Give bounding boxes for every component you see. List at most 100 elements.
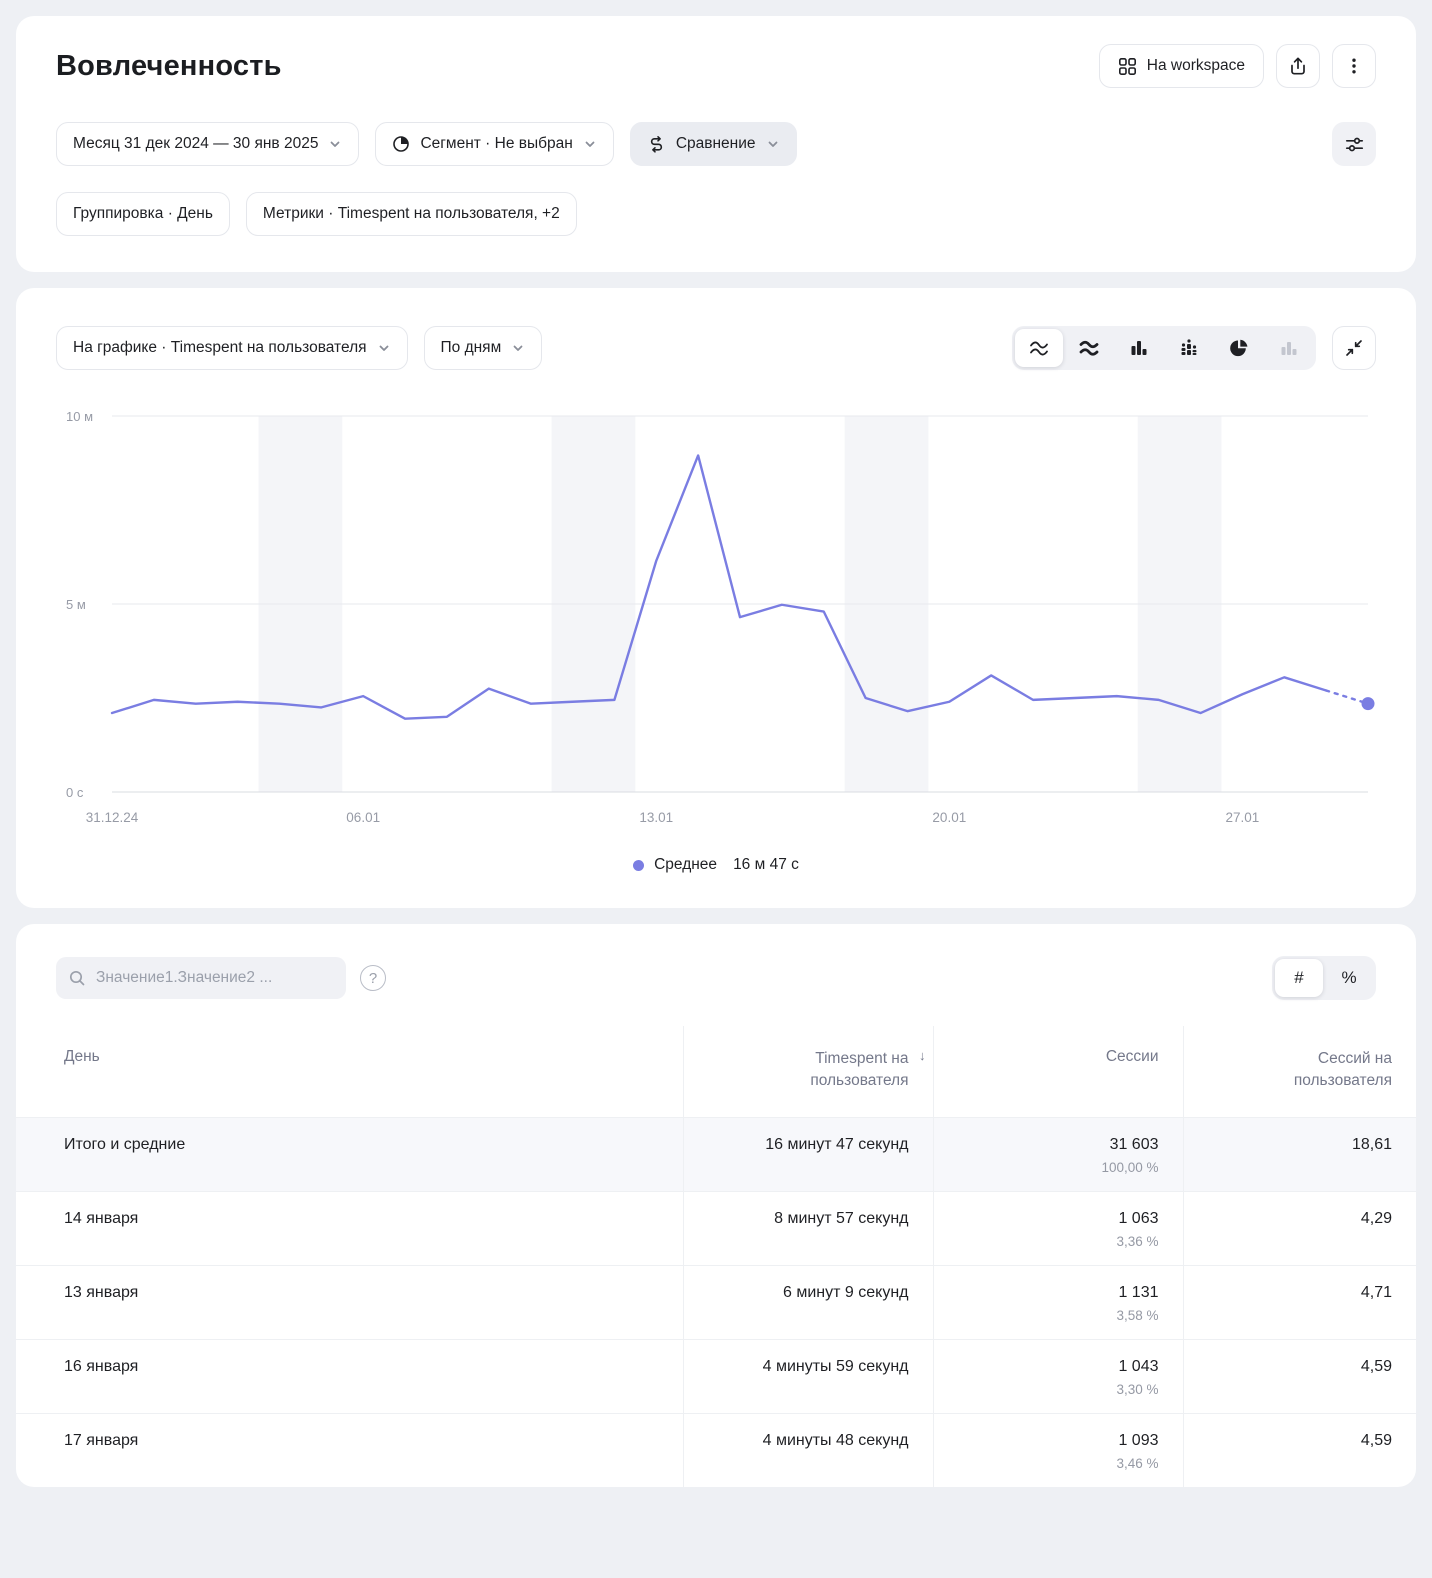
svg-text:10 м: 10 м — [66, 409, 93, 424]
cell-sessions-per-user: 4,59 — [1183, 1339, 1416, 1413]
header-card: Вовлеченность На workspace — [16, 16, 1416, 272]
table-row[interactable]: Итого и средние 16 минут 47 секунд 31 60… — [16, 1117, 1416, 1191]
cell-day: Итого и средние — [16, 1117, 683, 1191]
cell-sessions-per-user: 4,71 — [1183, 1265, 1416, 1339]
period-filter-label: Месяц 31 дек 2024 — 30 янв 2025 — [73, 135, 318, 153]
column-header-sessions-per-user[interactable]: Сессий на пользователя — [1183, 1026, 1416, 1117]
segment-pie-icon — [392, 135, 410, 153]
svg-text:31.12.24: 31.12.24 — [86, 810, 139, 825]
table-header-row: День Timespent на пользователя ↓ Сессии … — [16, 1026, 1416, 1117]
tune-sliders-icon — [1344, 134, 1365, 155]
stacked-bar-chart-icon — [1178, 337, 1200, 359]
header-row: Вовлеченность На workspace — [56, 44, 1376, 88]
percent-toggle-button[interactable]: % — [1325, 959, 1373, 997]
line-chart-icon — [1028, 337, 1050, 359]
cell-sessions-percent: 3,46 % — [958, 1456, 1159, 1471]
chart-legend-average[interactable]: Среднее 16 м 47 с — [56, 856, 1376, 874]
share-button[interactable] — [1276, 44, 1320, 88]
chart-metric-label: На графике · Timespent на пользователя — [73, 339, 367, 357]
share-icon — [1288, 56, 1308, 76]
sort-arrow-icon: ↓ — [919, 1048, 926, 1063]
more-button[interactable] — [1332, 44, 1376, 88]
numbers-toggle-button[interactable]: # — [1275, 959, 1323, 997]
table-row[interactable]: 16 января 4 минуты 59 секунд 1 043 3,30 … — [16, 1339, 1416, 1413]
metrics-filter-chip[interactable]: Метрики · Timespent на пользователя, +2 — [246, 192, 577, 236]
legend-label: Среднее — [654, 856, 717, 874]
table-row[interactable]: 14 января 8 минут 57 секунд 1 063 3,36 %… — [16, 1191, 1416, 1265]
header-actions: На workspace — [1099, 44, 1376, 88]
svg-text:13.01: 13.01 — [639, 810, 673, 825]
chevron-down-icon — [766, 137, 780, 151]
chart-metric-selector[interactable]: На графике · Timespent на пользователя — [56, 326, 408, 370]
search-icon — [68, 969, 86, 987]
bar-chart-type-button[interactable] — [1115, 329, 1163, 367]
chart-svg: 10 м5 м0 с31.12.2406.0113.0120.0127.01 — [56, 392, 1376, 838]
line-chart-type-button[interactable] — [1015, 329, 1063, 367]
column-header-day[interactable]: День — [16, 1026, 683, 1117]
svg-text:27.01: 27.01 — [1226, 810, 1260, 825]
chevron-down-icon — [583, 137, 597, 151]
pie-chart-icon — [1228, 337, 1250, 359]
cell-day: 17 января — [16, 1413, 683, 1487]
chart-card: На графике · Timespent на пользователя П… — [16, 288, 1416, 908]
cell-timespent: 4 минуты 59 секунд — [683, 1339, 933, 1413]
cell-sessions-percent: 3,58 % — [958, 1308, 1159, 1323]
segment-filter-chip[interactable]: Сегмент · Не выбран — [375, 122, 613, 166]
bar-chart-icon — [1128, 337, 1150, 359]
cell-sessions: 1 093 3,46 % — [933, 1413, 1183, 1487]
unit-toggle: # % — [1272, 956, 1376, 1000]
table-card: ? # % День Timespent на пользователя ↓ С… — [16, 924, 1416, 1487]
segment-filter-label: Сегмент · Не выбран — [420, 135, 572, 153]
cell-sessions: 1 131 3,58 % — [933, 1265, 1183, 1339]
cell-sessions: 1 043 3,30 % — [933, 1339, 1183, 1413]
cell-timespent: 6 минут 9 секунд — [683, 1265, 933, 1339]
histogram-icon — [1278, 337, 1300, 359]
chevron-down-icon — [377, 341, 391, 355]
granularity-selector[interactable]: По дням — [424, 326, 543, 370]
cell-sessions-per-user: 4,59 — [1183, 1413, 1416, 1487]
legend-dot — [633, 860, 644, 871]
cell-sessions-percent: 100,00 % — [958, 1160, 1159, 1175]
grouping-filter-chip[interactable]: Группировка · День — [56, 192, 230, 236]
comparison-filter-label: Сравнение — [676, 135, 756, 153]
chart-controls: На графике · Timespent на пользователя П… — [56, 326, 1376, 370]
svg-text:0 с: 0 с — [66, 785, 84, 800]
table-row[interactable]: 17 января 4 минуты 48 секунд 1 093 3,46 … — [16, 1413, 1416, 1487]
cell-day: 16 января — [16, 1339, 683, 1413]
metrics-table: День Timespent на пользователя ↓ Сессии … — [16, 1026, 1416, 1487]
chevron-down-icon — [328, 137, 342, 151]
column-header-sessions[interactable]: Сессии — [933, 1026, 1183, 1117]
filters-row-2: Группировка · День Метрики · Timespent н… — [56, 192, 1376, 236]
cell-day: 14 января — [16, 1191, 683, 1265]
cell-timespent: 16 минут 47 секунд — [683, 1117, 933, 1191]
stacked-bar-chart-type-button[interactable] — [1165, 329, 1213, 367]
period-filter-chip[interactable]: Месяц 31 дек 2024 — 30 янв 2025 — [56, 122, 359, 166]
workspace-button[interactable]: На workspace — [1099, 44, 1264, 88]
column-header-timespent[interactable]: Timespent на пользователя ↓ — [683, 1026, 933, 1117]
cell-timespent: 4 минуты 48 секунд — [683, 1413, 933, 1487]
search-field[interactable] — [56, 957, 346, 999]
workspace-icon — [1118, 57, 1137, 76]
cell-sessions: 1 063 3,36 % — [933, 1191, 1183, 1265]
comparison-filter-chip[interactable]: Сравнение — [630, 122, 797, 166]
cell-sessions: 31 603 100,00 % — [933, 1117, 1183, 1191]
page-title: Вовлеченность — [56, 50, 282, 83]
filters-row-1: Месяц 31 дек 2024 — 30 янв 2025 Сегмент … — [56, 122, 1376, 166]
timespent-line-chart[interactable]: 10 м5 м0 с31.12.2406.0113.0120.0127.01 — [56, 392, 1376, 838]
area-chart-type-button[interactable] — [1065, 329, 1113, 367]
svg-text:5 м: 5 м — [66, 597, 86, 612]
table-row[interactable]: 13 января 6 минут 9 секунд 1 131 3,58 % … — [16, 1265, 1416, 1339]
cell-sessions-per-user: 4,29 — [1183, 1191, 1416, 1265]
report-settings-button[interactable] — [1332, 122, 1376, 166]
cell-sessions-percent: 3,36 % — [958, 1234, 1159, 1249]
comparison-icon — [647, 135, 666, 154]
search-input[interactable] — [94, 968, 334, 988]
histogram-chart-type-button[interactable] — [1265, 329, 1313, 367]
pie-chart-type-button[interactable] — [1215, 329, 1263, 367]
svg-text:20.01: 20.01 — [932, 810, 966, 825]
chevron-down-icon — [511, 341, 525, 355]
table-toolbar: ? # % — [16, 956, 1416, 1000]
cell-day: 13 января — [16, 1265, 683, 1339]
collapse-chart-button[interactable] — [1332, 326, 1376, 370]
help-icon[interactable]: ? — [360, 965, 386, 991]
